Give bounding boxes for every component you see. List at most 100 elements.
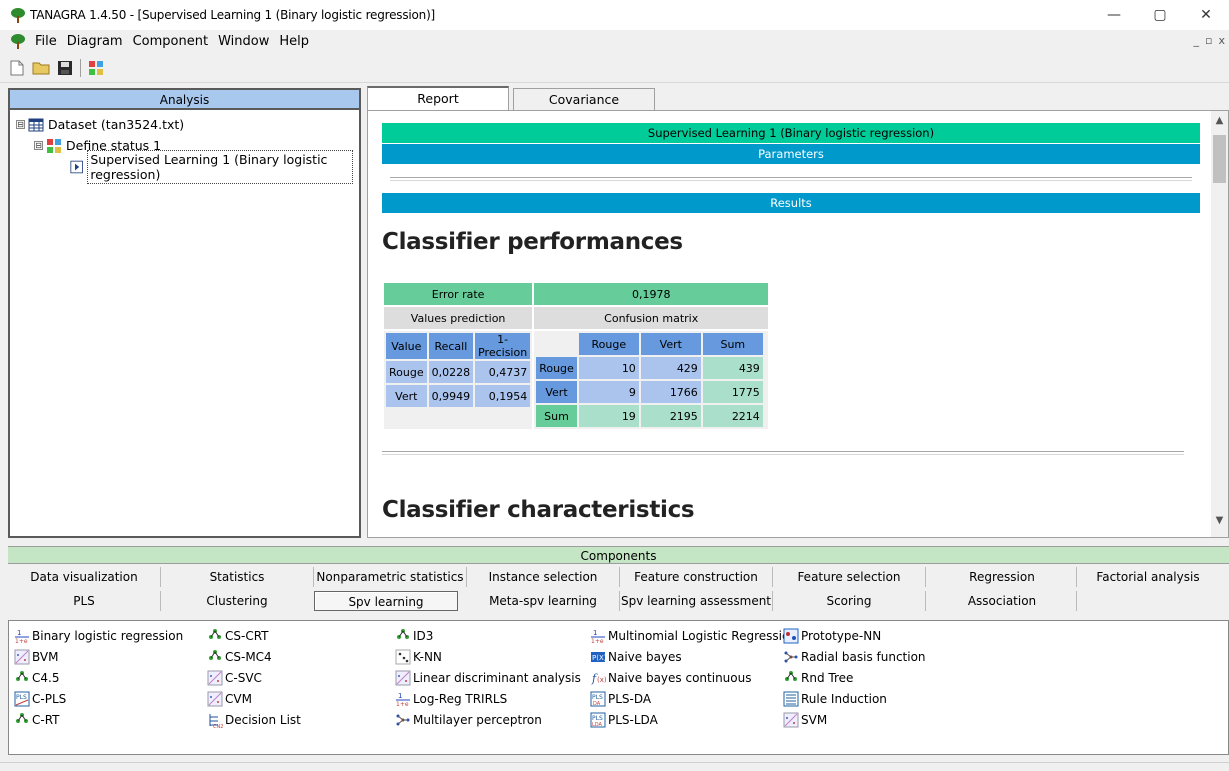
tree-node-supervised-learning[interactable]: Supervised Learning 1 (Binary logistic r… bbox=[16, 149, 353, 184]
decision-tree-icon bbox=[207, 628, 223, 644]
window-title: TANAGRA 1.4.50 - [Supervised Learning 1 … bbox=[30, 8, 436, 22]
component-cvm[interactable]: CVM bbox=[207, 689, 252, 709]
component-pls-lda[interactable]: PLS LDA PLS-LDA bbox=[590, 710, 658, 730]
close-button[interactable]: ✕ bbox=[1183, 0, 1229, 30]
tab-statistics[interactable]: Statistics bbox=[161, 567, 313, 587]
tab-factorial-analysis[interactable]: Factorial analysis bbox=[1072, 567, 1224, 587]
component-svm[interactable]: SVM bbox=[783, 710, 827, 730]
mdi-restore-button[interactable]: ▫ bbox=[1205, 34, 1212, 47]
new-file-icon[interactable] bbox=[8, 59, 26, 77]
open-folder-icon[interactable] bbox=[32, 59, 50, 77]
component-label: C-SVC bbox=[225, 671, 262, 685]
component-rnd-tree[interactable]: Rnd Tree bbox=[783, 668, 853, 688]
diagram-icon[interactable] bbox=[87, 59, 105, 77]
menu-window[interactable]: Window bbox=[213, 34, 274, 49]
vp-cell: Rouge bbox=[386, 361, 427, 383]
cm-header: Rouge bbox=[578, 333, 639, 355]
tab-nonparametric-statistics[interactable]: Nonparametric statistics bbox=[314, 567, 466, 587]
tab-spv-learning[interactable]: Spv learning bbox=[314, 591, 458, 611]
component-multilayer-perceptron[interactable]: Multilayer perceptron bbox=[395, 710, 542, 730]
tab-feature-construction[interactable]: Feature construction bbox=[620, 567, 772, 587]
component-naive-bayes-continuous[interactable]: f (x) Naive bayes continuous bbox=[590, 668, 751, 688]
menu-diagram[interactable]: Diagram bbox=[62, 34, 128, 49]
tree-node-dataset[interactable]: ⊟ Dataset (tan3524.txt) bbox=[16, 114, 353, 135]
mdi-close-button[interactable]: x bbox=[1218, 34, 1225, 47]
component-bvm[interactable]: BVM bbox=[14, 647, 58, 667]
component-c-svc[interactable]: C-SVC bbox=[207, 668, 262, 688]
mdi-minimize-button[interactable]: _ bbox=[1194, 34, 1200, 47]
component-label: Rnd Tree bbox=[801, 671, 854, 685]
cm-cell: 10 bbox=[578, 357, 639, 379]
component-c4-5[interactable]: C4.5 bbox=[14, 668, 59, 688]
tab-regression[interactable]: Regression bbox=[926, 567, 1078, 587]
decision-list-icon: CN2 bbox=[207, 712, 223, 730]
component-k-nn[interactable]: K-NN bbox=[395, 647, 442, 667]
component-decision-list[interactable]: CN2 Decision List bbox=[207, 710, 301, 730]
play-icon bbox=[70, 160, 83, 173]
svm-chart-icon bbox=[207, 670, 223, 686]
parameters-bar: Parameters bbox=[382, 144, 1200, 164]
restore-button[interactable]: ▢ bbox=[1137, 0, 1183, 30]
tab-association[interactable]: Association bbox=[926, 591, 1078, 611]
tab-separator bbox=[1076, 567, 1077, 587]
component-label: C-RT bbox=[32, 713, 60, 727]
vp-cell: 0,4737 bbox=[475, 361, 531, 383]
component-binary-logistic-regression[interactable]: 1 1+e Binary logistic regression bbox=[14, 626, 183, 646]
divider bbox=[382, 451, 1184, 455]
report-scrollbar[interactable]: ▲ ▼ bbox=[1211, 111, 1228, 537]
component-label: Log-Reg TRIRLS bbox=[413, 692, 508, 706]
tree-node-label: Dataset (tan3524.txt) bbox=[48, 117, 185, 132]
cm-row-label: Rouge bbox=[536, 357, 577, 379]
tanagra-tree-icon[interactable] bbox=[10, 33, 26, 49]
component-linear-discriminant-analysis[interactable]: Linear discriminant analysis bbox=[395, 668, 581, 688]
analysis-header: Analysis bbox=[10, 90, 359, 110]
tab-clustering[interactable]: Clustering bbox=[161, 591, 313, 611]
tab-pls[interactable]: PLS bbox=[8, 591, 160, 611]
component-prototype-nn[interactable]: Prototype-NN bbox=[783, 626, 881, 646]
tab-spv-learning-assessment[interactable]: Spv learning assessment bbox=[620, 591, 772, 611]
tab-covariance-matrix[interactable]: Covariance matrix bbox=[513, 88, 655, 129]
component-cs-crt[interactable]: CS-CRT bbox=[207, 626, 269, 646]
minimize-button[interactable]: — bbox=[1091, 0, 1137, 30]
component-id3[interactable]: ID3 bbox=[395, 626, 433, 646]
collapse-icon[interactable]: ⊟ bbox=[16, 120, 25, 129]
tanagra-tree-icon bbox=[11, 8, 25, 23]
component-label: ID3 bbox=[413, 629, 434, 643]
scroll-down-icon[interactable]: ▼ bbox=[1211, 515, 1228, 532]
component-rule-induction[interactable]: Rule Induction bbox=[783, 689, 887, 709]
cm-cell: 1766 bbox=[640, 381, 701, 403]
table-icon bbox=[28, 118, 44, 131]
component-label: Prototype-NN bbox=[801, 629, 882, 643]
tab-separator bbox=[160, 591, 161, 611]
component-cs-mc4[interactable]: CS-MC4 bbox=[207, 647, 272, 667]
component-naive-bayes[interactable]: P(X) Naive bayes bbox=[590, 647, 682, 667]
tab-separator bbox=[619, 591, 620, 611]
component-radial-basis-function[interactable]: Radial basis function bbox=[783, 647, 926, 667]
tab-separator bbox=[160, 567, 161, 587]
component-multinomial-logistic-regression[interactable]: 1 1+e Multinomial Logistic Regression bbox=[590, 626, 797, 646]
tab-meta-spv-learning[interactable]: Meta-spv learning bbox=[467, 591, 619, 611]
menu-component[interactable]: Component bbox=[128, 34, 213, 49]
scroll-up-icon[interactable]: ▲ bbox=[1211, 115, 1228, 132]
menu-help[interactable]: Help bbox=[274, 34, 314, 49]
report-panel: Supervised Learning 1 (Binary logistic r… bbox=[367, 110, 1229, 538]
vp-cell: 0,9949 bbox=[428, 385, 474, 407]
collapse-icon[interactable]: ⊟ bbox=[34, 141, 43, 150]
tab-data-visualization[interactable]: Data visualization bbox=[8, 567, 160, 587]
tab-scoring[interactable]: Scoring bbox=[773, 591, 925, 611]
component-label: Naive bayes bbox=[608, 650, 682, 664]
tab-instance-selection[interactable]: Instance selection bbox=[467, 567, 619, 587]
component-log-reg-trirls[interactable]: 1 1+e Log-Reg TRIRLS bbox=[395, 689, 507, 709]
decision-tree-icon bbox=[14, 712, 30, 728]
save-icon[interactable] bbox=[56, 59, 74, 77]
scrollbar-thumb[interactable] bbox=[1213, 135, 1226, 183]
menu-file[interactable]: File bbox=[30, 34, 62, 49]
tab-feature-selection[interactable]: Feature selection bbox=[773, 567, 925, 587]
svm-chart-icon bbox=[207, 691, 223, 707]
vp-cell: 0,0228 bbox=[428, 361, 474, 383]
component-c-pls[interactable]: PLS C-PLS bbox=[14, 689, 66, 709]
tab-report[interactable]: Report bbox=[367, 86, 509, 110]
component-pls-da[interactable]: PLS DA PLS-DA bbox=[590, 689, 651, 709]
component-c-rt[interactable]: C-RT bbox=[14, 710, 60, 730]
component-label: BVM bbox=[32, 650, 59, 664]
